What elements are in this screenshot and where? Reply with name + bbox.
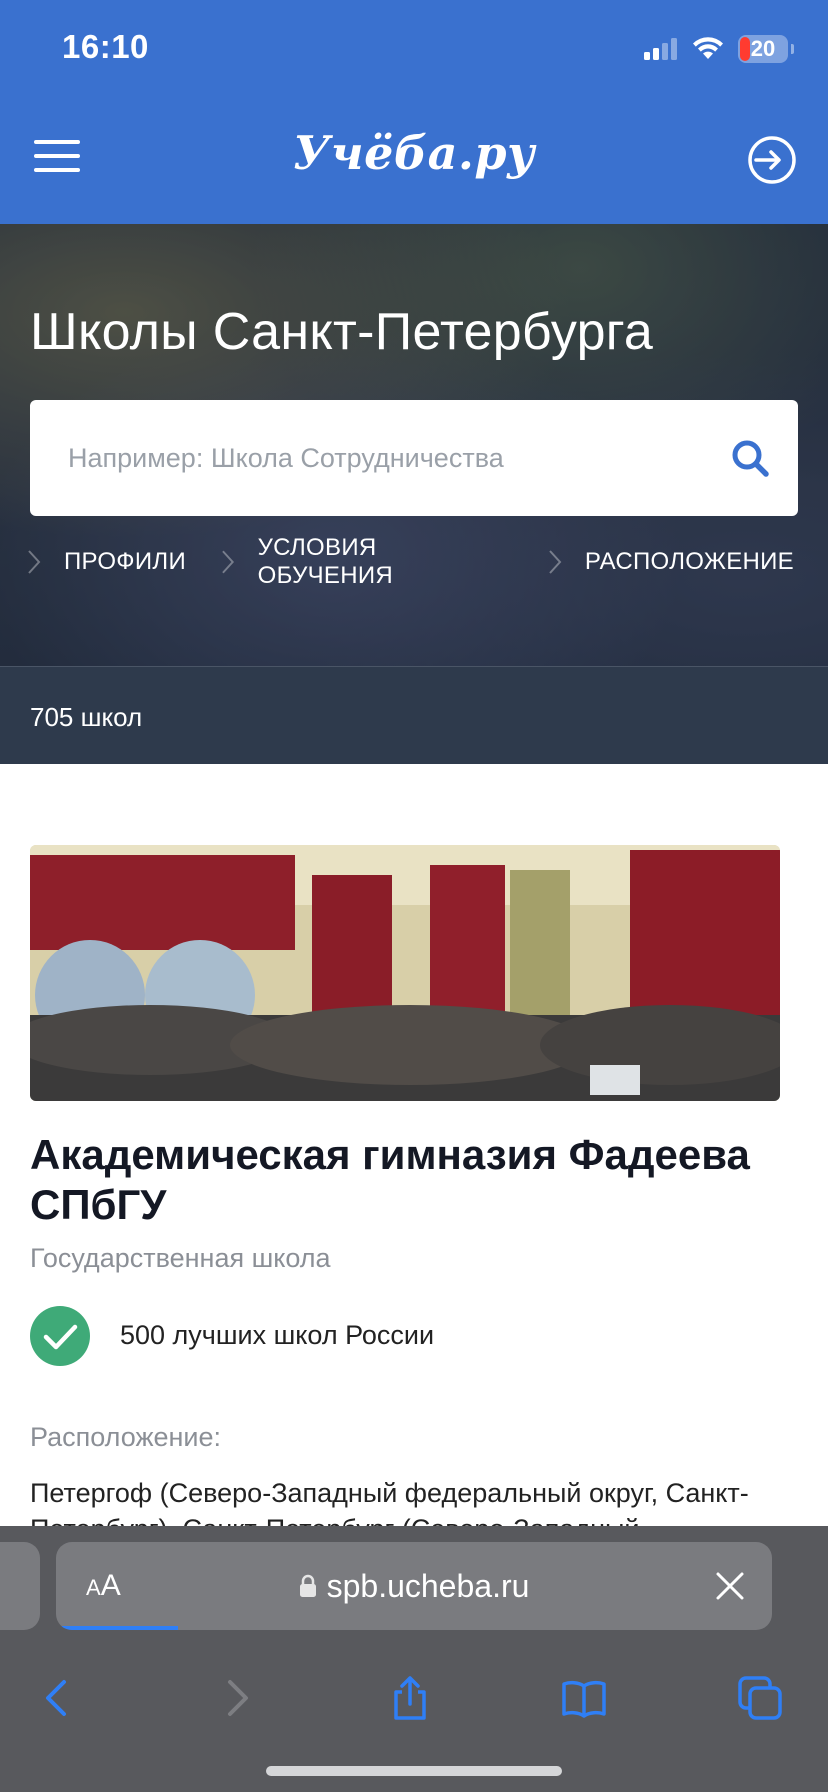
- filter-profiles[interactable]: ПРОФИЛИ: [26, 548, 186, 576]
- location-label: Расположение:: [30, 1422, 222, 1452]
- school-photo[interactable]: [30, 845, 780, 1101]
- back-icon[interactable]: [34, 1674, 82, 1722]
- chevron-right-icon: [222, 550, 235, 574]
- previous-tab-peek[interactable]: [0, 1542, 40, 1630]
- close-icon[interactable]: [714, 1570, 746, 1602]
- search-input[interactable]: [68, 400, 708, 516]
- login-icon[interactable]: [746, 134, 798, 186]
- url-text: spb.ucheba.ru: [326, 1567, 530, 1604]
- url-display[interactable]: spb.ucheba.ru: [56, 1542, 772, 1630]
- wifi-icon: [693, 37, 723, 59]
- badge-label: 500 лучших школ России: [120, 1320, 435, 1350]
- home-indicator[interactable]: [266, 1766, 562, 1776]
- site-logo[interactable]: Учёба.ру: [0, 126, 828, 180]
- browser-bottom-bar: AA spb.ucheba.ru: [0, 1526, 828, 1792]
- filter-tabs: ПРОФИЛИ УСЛОВИЯ ОБУЧЕНИЯ РАСПОЛОЖЕНИЕ: [26, 534, 828, 589]
- results-count-bar: 705 школ: [0, 666, 828, 764]
- filter-label: ПРОФИЛИ: [64, 548, 186, 575]
- forward-icon[interactable]: [212, 1674, 260, 1722]
- tabs-icon[interactable]: [736, 1674, 784, 1722]
- status-time: 16:10: [62, 28, 149, 65]
- page-load-progress: [56, 1626, 178, 1630]
- school-type: Государственная школа: [30, 1243, 331, 1273]
- page-title: Школы Санкт-Петербурга: [30, 303, 654, 361]
- signal-icon: [644, 38, 677, 60]
- badge-check-icon: [30, 1306, 90, 1366]
- browser-toolbar: [0, 1654, 828, 1734]
- bookmarks-icon[interactable]: [560, 1674, 608, 1722]
- top-bar: 16:10 20 Учёба.ру: [0, 0, 828, 224]
- filter-conditions[interactable]: УСЛОВИЯ ОБУЧЕНИЯ: [220, 534, 513, 590]
- hero-section: Школы Санкт-Петербурга ПРОФИЛИ УСЛОВИЯ О…: [0, 224, 828, 666]
- status-icons: 20: [644, 34, 794, 64]
- filter-label: РАСПОЛОЖЕНИЕ: [584, 548, 794, 575]
- chevron-right-icon: [28, 550, 41, 574]
- chevron-right-icon: [549, 550, 562, 574]
- lock-icon: [299, 1574, 316, 1597]
- search-box: [30, 400, 798, 516]
- battery-icon: 20: [738, 35, 788, 63]
- battery-tip: [791, 44, 794, 54]
- filter-label: УСЛОВИЯ ОБУЧЕНИЯ: [257, 534, 394, 589]
- check-icon: [43, 1324, 78, 1350]
- battery-percent: 20: [750, 36, 776, 61]
- results-count: 705 школ: [30, 702, 143, 732]
- share-icon[interactable]: [386, 1674, 434, 1722]
- school-name[interactable]: Академическая гимназия Фадеева СПбГУ: [30, 1130, 790, 1230]
- search-icon[interactable]: [730, 438, 770, 478]
- address-bar[interactable]: AA spb.ucheba.ru: [56, 1542, 772, 1630]
- filter-location[interactable]: РАСПОЛОЖЕНИЕ: [547, 548, 794, 576]
